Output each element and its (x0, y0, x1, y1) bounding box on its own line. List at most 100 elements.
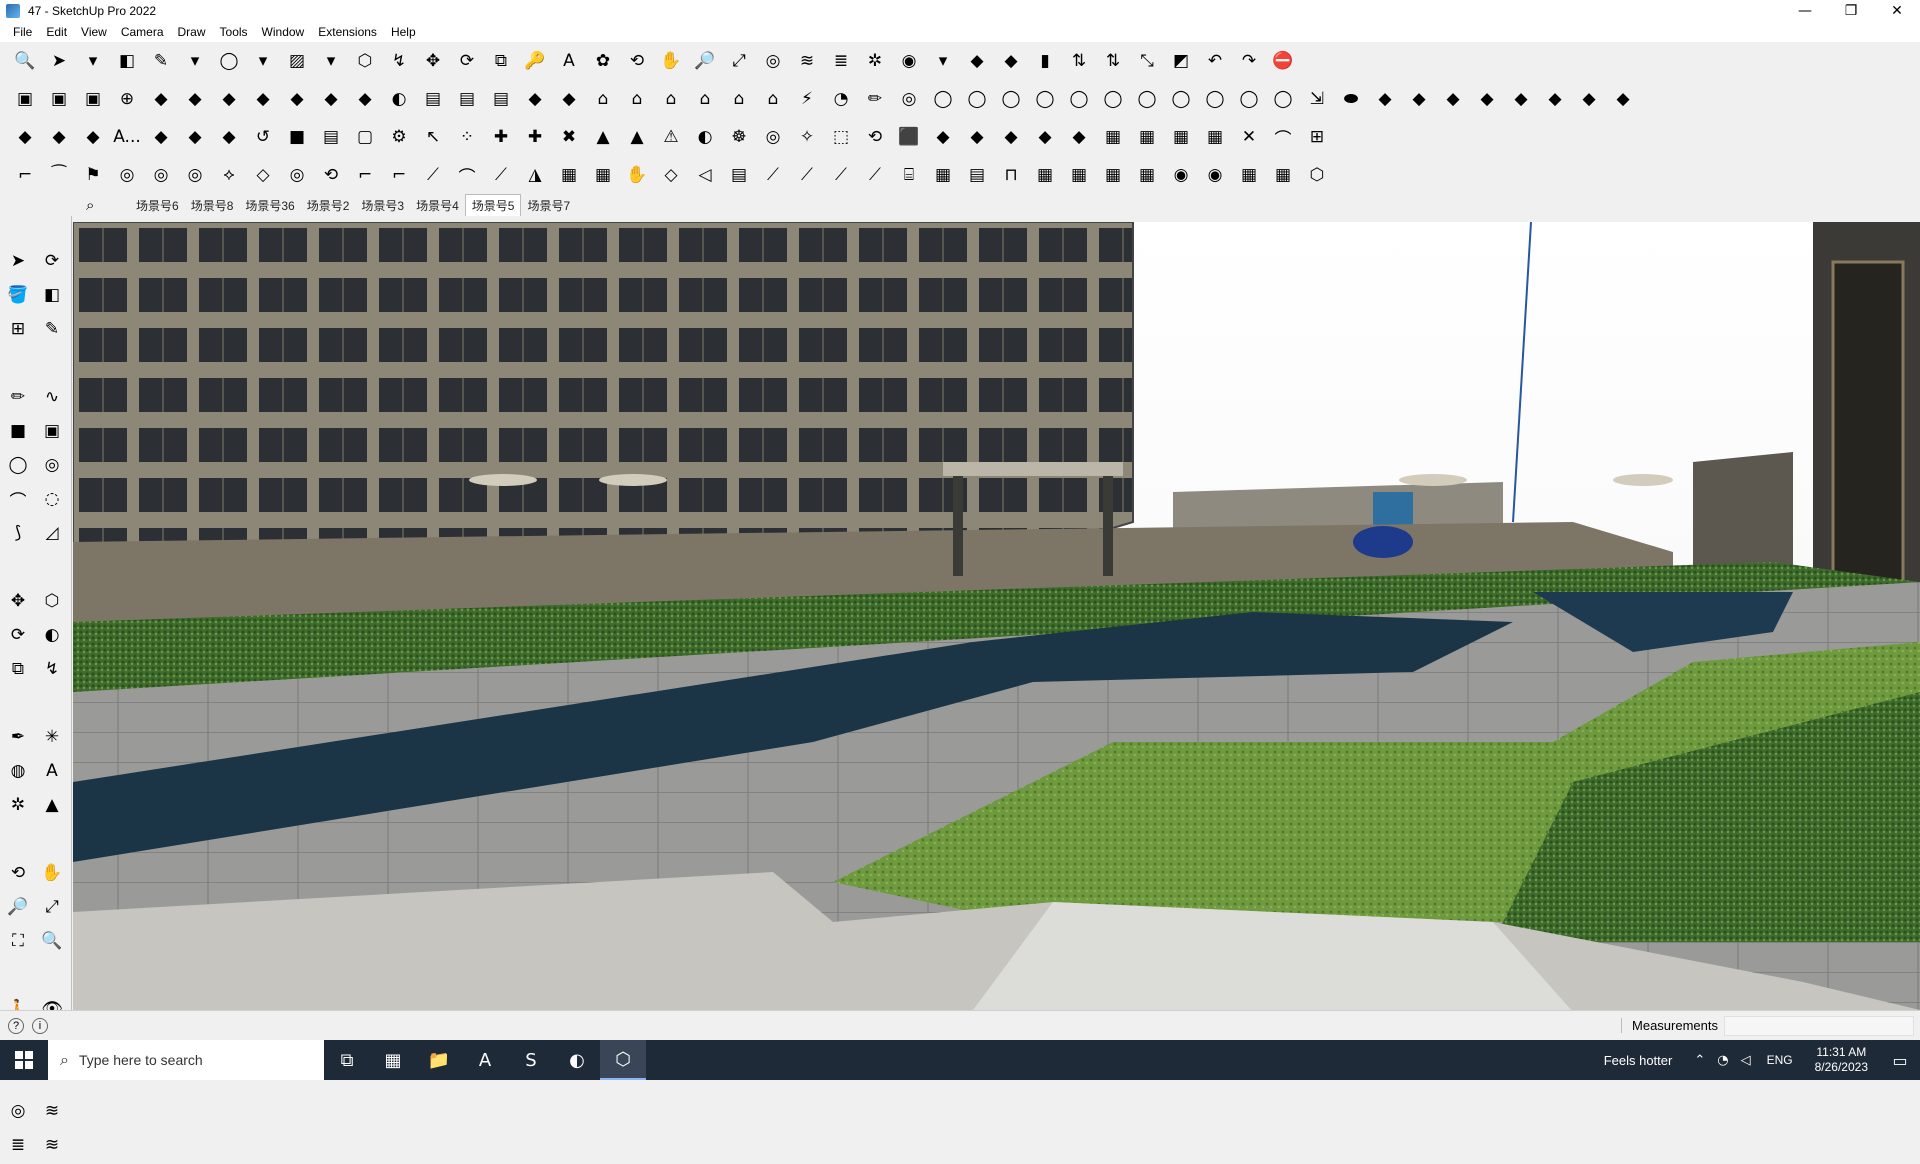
palette-tool-icon[interactable]: ✲ (3, 790, 33, 820)
toolbar-tool-icon[interactable]: ⌂ (656, 84, 686, 114)
app-s-icon[interactable]: S (508, 1040, 554, 1080)
toolbar-tool-icon[interactable]: ◐ (384, 84, 414, 114)
toolbar-tool-icon[interactable]: ▤ (418, 84, 448, 114)
toolbar-tool-icon[interactable]: ⟲ (860, 122, 890, 152)
menu-view[interactable]: View (74, 25, 114, 39)
toolbar-tool-icon[interactable]: ✿ (588, 46, 618, 76)
toolbar-tool-icon[interactable]: ◯ (1132, 84, 1162, 114)
toolbar-tool-icon[interactable]: ➤ (44, 46, 74, 76)
geo-location-icon[interactable]: ? (8, 1017, 24, 1034)
toolbar-tool-icon[interactable]: A (554, 46, 584, 76)
sketchup-taskbar-icon[interactable]: ⬡ (600, 1040, 646, 1080)
toolbar-tool-icon[interactable]: ⬡ (1302, 160, 1332, 190)
toolbar-tool-icon[interactable]: ◩ (1166, 46, 1196, 76)
toolbar-tool-icon[interactable]: ✚ (486, 122, 516, 152)
toolbar-tool-icon[interactable]: ⟋ (860, 160, 890, 190)
toolbar-tool-icon[interactable]: ⌂ (690, 84, 720, 114)
palette-tool-icon[interactable]: 🔍 (37, 926, 67, 956)
palette-tool-icon[interactable]: 🪣 (3, 280, 33, 310)
toolbar-tool-icon[interactable]: ▲ (588, 122, 618, 152)
calculator-app-icon[interactable]: ▦ (370, 1040, 416, 1080)
toolbar-tool-icon[interactable]: ⤡ (1132, 46, 1162, 76)
toolbar-tool-icon[interactable]: ◆ (962, 46, 992, 76)
toolbar-tool-icon[interactable]: ▦ (1132, 160, 1162, 190)
toolbar-tool-icon[interactable]: ◎ (282, 160, 312, 190)
toolbar-tool-icon[interactable]: ◁ (690, 160, 720, 190)
toolbar-tool-icon[interactable]: ◎ (146, 160, 176, 190)
toolbar-tool-icon[interactable]: ⧉ (486, 46, 516, 76)
toolbar-tool-icon[interactable]: ◆ (282, 84, 312, 114)
toolbar-tool-icon[interactable]: ▨ (282, 46, 312, 76)
menu-window[interactable]: Window (255, 25, 312, 39)
start-button[interactable] (0, 1040, 48, 1080)
toolbar-tool-icon[interactable]: ◇ (248, 160, 278, 190)
toolbar-tool-icon[interactable]: ↖ (418, 122, 448, 152)
toolbar-tool-icon[interactable]: ⟋ (486, 160, 516, 190)
toolbar-tool-icon[interactable]: ✖ (554, 122, 584, 152)
toolbar-tool-icon[interactable]: ▾ (248, 46, 278, 76)
volume-icon[interactable]: ◁ (1741, 1053, 1751, 1068)
toolbar-tool-icon[interactable]: ◯ (1166, 84, 1196, 114)
toolbar-tool-icon[interactable]: ⇅ (1098, 46, 1128, 76)
toolbar-tool-icon[interactable]: ⊞ (1302, 122, 1332, 152)
scene-tab[interactable]: 场景号3 (355, 195, 410, 216)
palette-tool-icon[interactable]: ✏ (3, 382, 33, 412)
toolbar-tool-icon[interactable]: 🔍 (10, 46, 40, 76)
close-button[interactable]: ✕ (1874, 0, 1920, 22)
toolbar-tool-icon[interactable]: ▦ (1064, 160, 1094, 190)
scene-tab[interactable]: 场景号4 (410, 195, 465, 216)
toolbar-tool-icon[interactable]: ◆ (520, 84, 550, 114)
toolbar-tool-icon[interactable]: ≣ (826, 46, 856, 76)
network-icon[interactable]: ◔ (1717, 1053, 1728, 1068)
toolbar-tool-icon[interactable]: ▤ (962, 160, 992, 190)
toolbar-tool-icon[interactable]: ◉ (1200, 160, 1230, 190)
taskbar-clock[interactable]: 11:31 AM 8/26/2023 (1815, 1045, 1868, 1075)
toolbar-tool-icon[interactable]: ✋ (656, 46, 686, 76)
toolbar-tool-icon[interactable]: ◧ (112, 46, 142, 76)
palette-tool-icon[interactable]: ⟳ (37, 246, 67, 276)
palette-tool-icon[interactable]: ⬡ (37, 586, 67, 616)
toolbar-tool-icon[interactable]: ◉ (1166, 160, 1196, 190)
toolbar-tool-icon[interactable]: ◔ (826, 84, 856, 114)
palette-tool-icon[interactable]: 🔎 (3, 892, 33, 922)
palette-tool-icon[interactable]: ➤ (3, 246, 33, 276)
toolbar-tool-icon[interactable]: ▦ (1166, 122, 1196, 152)
toolbar-tool-icon[interactable]: ▾ (316, 46, 346, 76)
toolbar-tool-icon[interactable]: ◆ (180, 122, 210, 152)
toolbar-tool-icon[interactable]: ⇅ (1064, 46, 1094, 76)
toolbar-tool-icon[interactable]: ▤ (486, 84, 516, 114)
palette-tool-icon[interactable]: ⟆ (3, 518, 33, 548)
toolbar-tool-icon[interactable]: ◆ (962, 122, 992, 152)
palette-tool-icon[interactable]: ◎ (37, 450, 67, 480)
toolbar-tool-icon[interactable]: ⟳ (452, 46, 482, 76)
toolbar-tool-icon[interactable]: ▣ (10, 84, 40, 114)
toolbar-tool-icon[interactable]: ◎ (758, 122, 788, 152)
toolbar-tool-icon[interactable]: ✚ (520, 122, 550, 152)
toolbar-tool-icon[interactable]: ◆ (1030, 122, 1060, 152)
toolbar-tool-icon[interactable]: ✎ (146, 46, 176, 76)
palette-tool-icon[interactable]: ◎ (3, 1096, 33, 1126)
toolbar-tool-icon[interactable]: ▣ (44, 84, 74, 114)
toolbar-tool-icon[interactable]: ✋ (622, 160, 652, 190)
toolbar-tool-icon[interactable]: ⌸ (894, 160, 924, 190)
toolbar-tool-icon[interactable]: ⌐ (10, 160, 40, 190)
toolbar-tool-icon[interactable]: ⚑ (78, 160, 108, 190)
toolbar-tool-icon[interactable]: ▦ (1268, 160, 1298, 190)
toolbar-tool-icon[interactable]: ▦ (1200, 122, 1230, 152)
toolbar-tool-icon[interactable]: ☸ (724, 122, 754, 152)
toolbar-tool-icon[interactable]: ⬛ (894, 122, 924, 152)
palette-tool-icon[interactable]: ⟲ (3, 858, 33, 888)
palette-tool-icon[interactable]: ⛶ (3, 926, 33, 956)
toolbar-tool-icon[interactable]: ⟲ (316, 160, 346, 190)
language-indicator[interactable]: ENG (1767, 1053, 1793, 1067)
toolbar-tool-icon[interactable]: ✧ (792, 122, 822, 152)
palette-tool-icon[interactable]: ✎ (37, 314, 67, 344)
toolbar-tool-icon[interactable]: ▮ (1030, 46, 1060, 76)
toolbar-tool-icon[interactable]: ⟲ (622, 46, 652, 76)
toolbar-tool-icon[interactable]: ◆ (1472, 84, 1502, 114)
toolbar-tool-icon[interactable]: ⟋ (418, 160, 448, 190)
toolbar-tool-icon[interactable]: ⬚ (826, 122, 856, 152)
toolbar-tool-icon[interactable]: ◯ (928, 84, 958, 114)
toolbar-tool-icon[interactable]: ◆ (180, 84, 210, 114)
palette-tool-icon[interactable]: ∿ (37, 382, 67, 412)
